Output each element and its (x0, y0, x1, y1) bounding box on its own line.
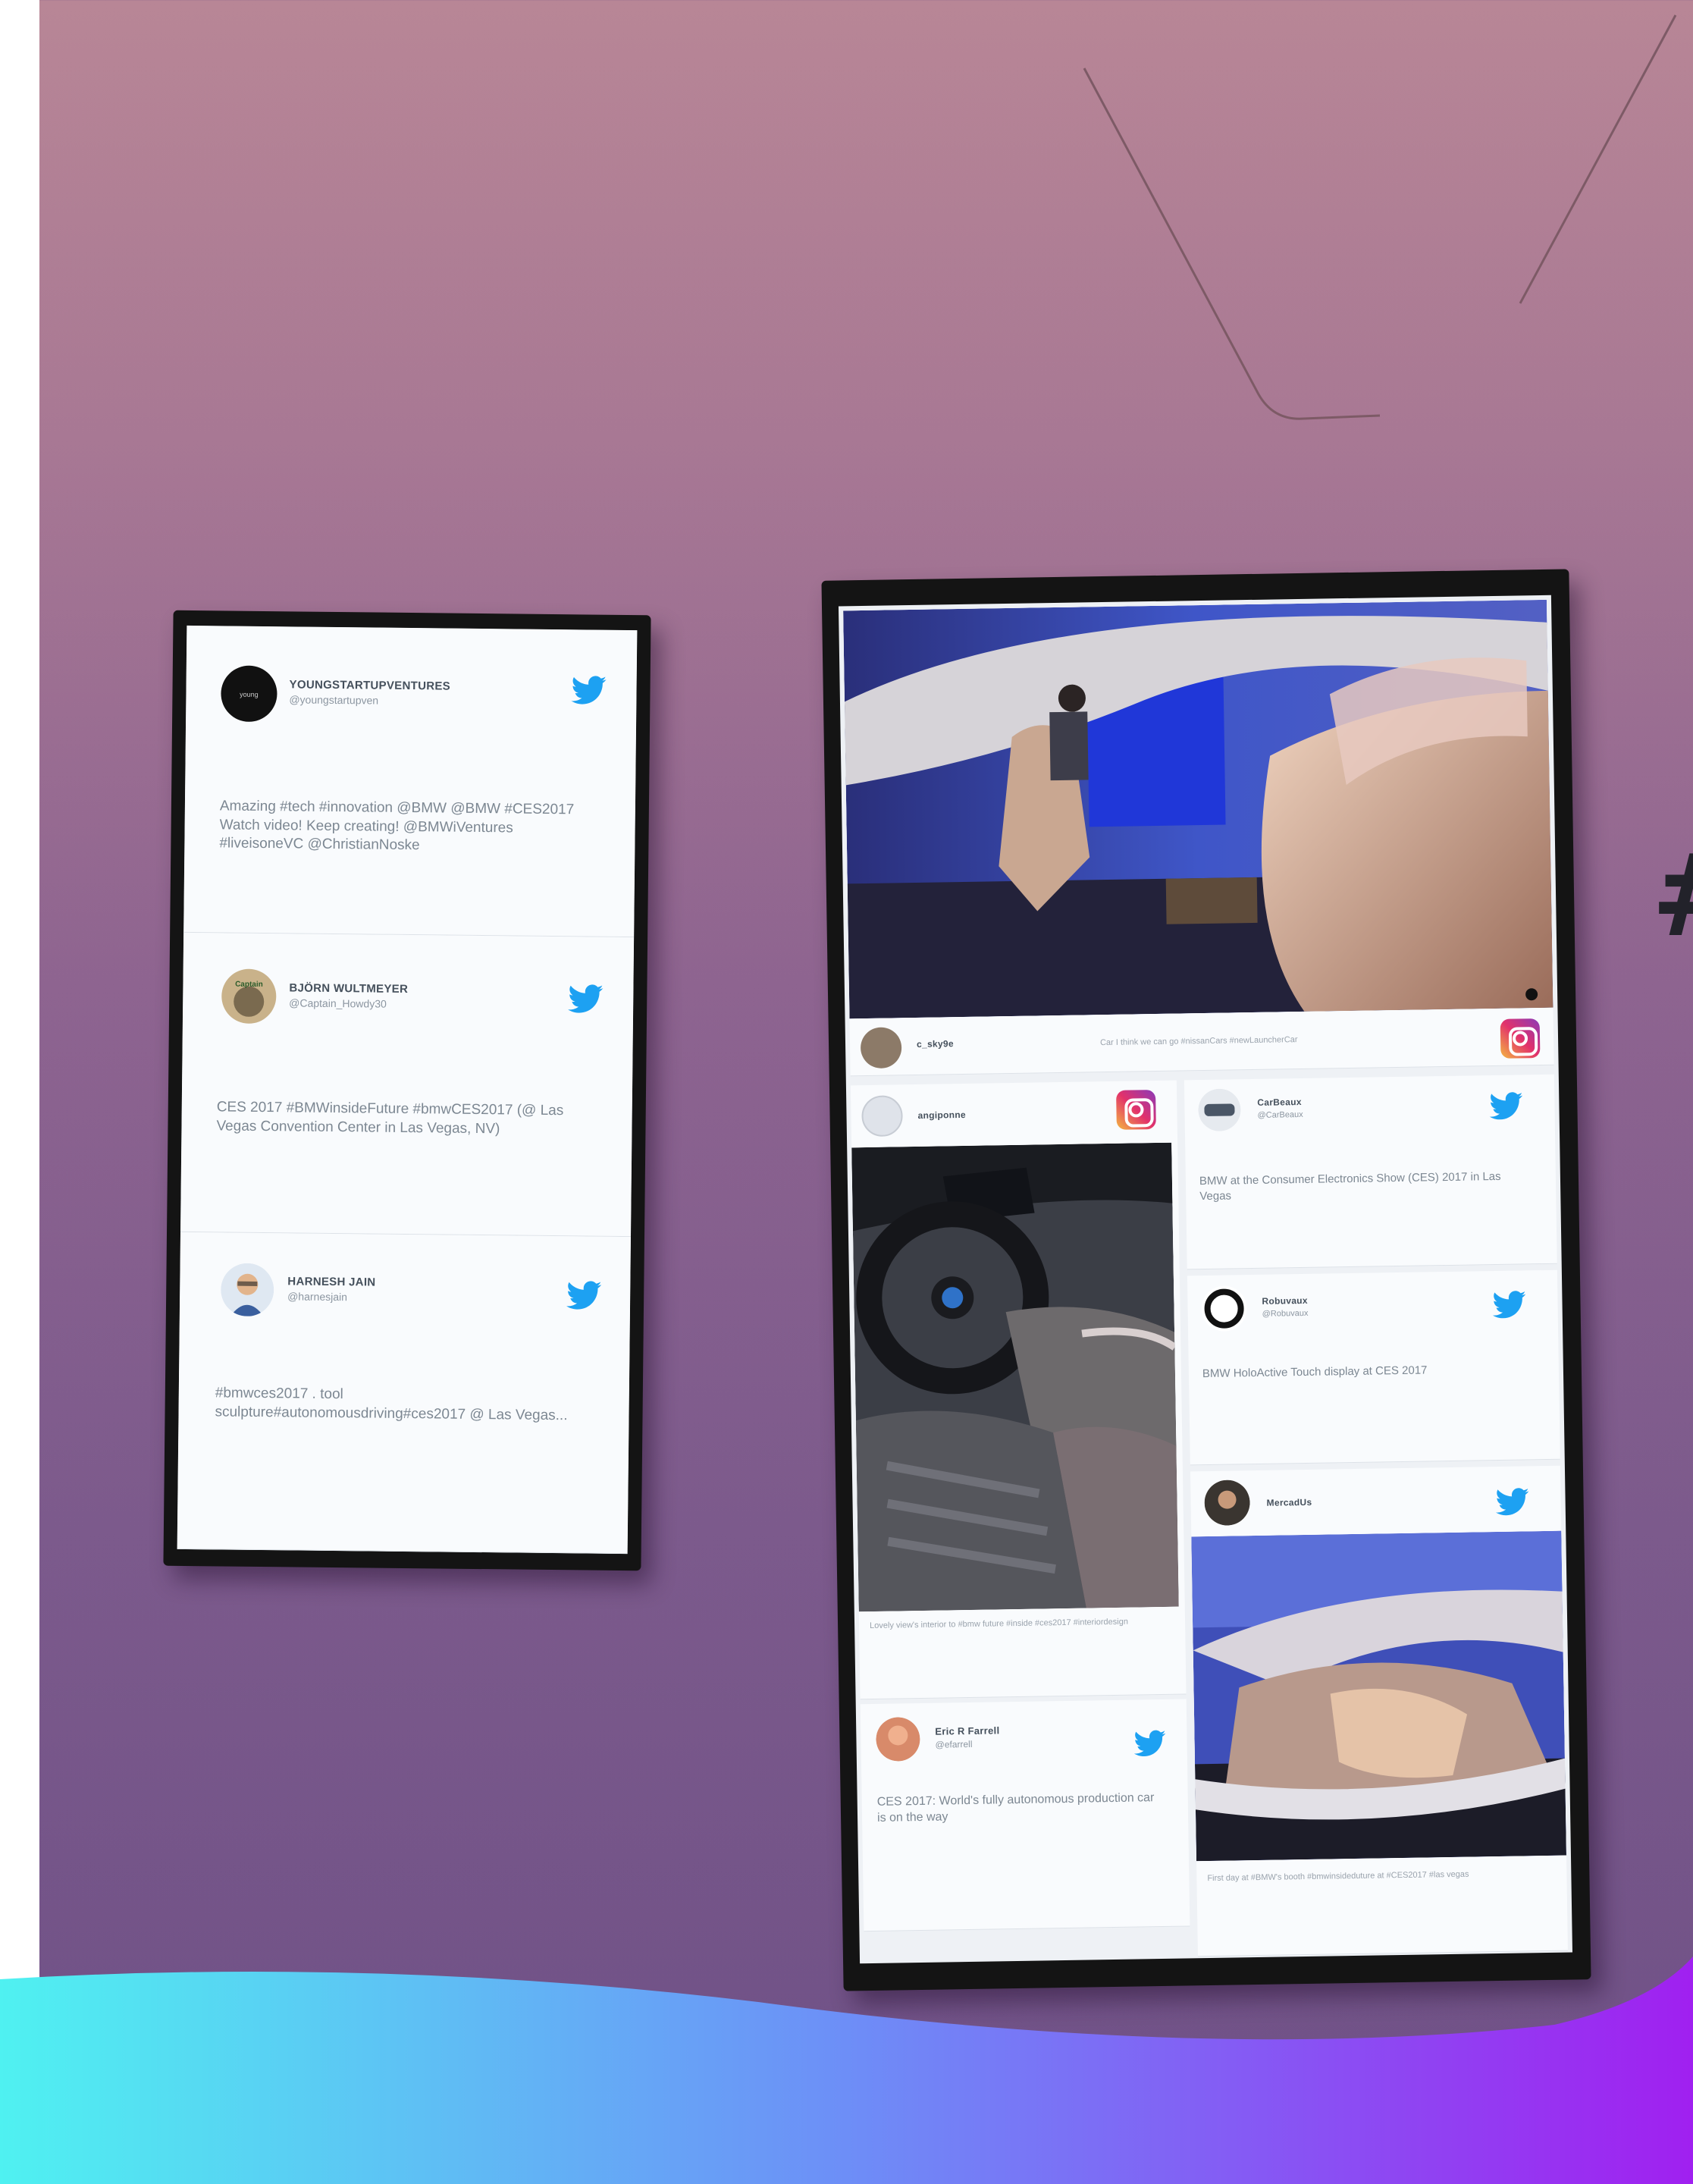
wall-decoration-lines (1083, 14, 1677, 420)
avatar (221, 1263, 274, 1317)
tweet-author-name: BJÖRN WULTMEYER (289, 981, 409, 996)
instagram-caption: Lovely view's interior to #bmw future #i… (870, 1617, 1129, 1631)
twitter-bird-icon (566, 1280, 601, 1310)
tweet-author-name: Eric R Farrell (935, 1724, 1000, 1737)
avatar: Captain (221, 968, 277, 1025)
tweet-text: CES 2017: World's fully autonomous produ… (876, 1791, 1155, 1825)
avatar: young (221, 665, 277, 723)
tweet-author-name: CarBeaux (1257, 1096, 1302, 1108)
svg-text:Captain: Captain (235, 981, 263, 989)
left-display-feed: young YOUNGSTARTUPVENTURES @youngstartup… (177, 625, 638, 1555)
tweet-author-handle: @Robuvaux (1262, 1308, 1309, 1319)
tweet-text: CES 2017 #BMWinsideFuture #bmwCES2017 (@… (216, 1099, 564, 1137)
bmw-booth-concept-car-photo (1191, 1530, 1566, 1862)
tweet-text: Amazing #tech #innovation @BMW @BMW #CES… (219, 798, 575, 854)
car-interior-hero-photo (843, 599, 1553, 1019)
twitter-bird-icon (1133, 1730, 1166, 1758)
twitter-bird-icon (571, 675, 606, 705)
instagram-post-bar: c_sky9e Car I think we can go #nissanCar… (849, 1007, 1554, 1077)
tweet-card-efarrell: Eric R Farrell @efarrell CES 2017: World… (860, 1699, 1190, 1932)
instagram-icon (1500, 1018, 1541, 1059)
tweet-text: BMW HoloActive Touch display at CES 2017 (1202, 1363, 1428, 1381)
right-display-feed: c_sky9e Car I think we can go #nissanCar… (838, 595, 1572, 1964)
gradient-wave-overlay (0, 1956, 1693, 2184)
tweet-author-handle: @harnesjain (287, 1290, 348, 1304)
tweet-author-name: MercadUs (1266, 1496, 1312, 1508)
left-white-strip (0, 0, 39, 2184)
svg-text:young: young (240, 691, 259, 698)
avatar (1198, 1088, 1241, 1131)
tweet-author-name: Robuvaux (1262, 1294, 1308, 1307)
wall-hashtag-char: # (1651, 830, 1693, 962)
tweet-card-2: Captain BJÖRN WULTMEYER @Captain_Howdy30… (180, 932, 635, 1238)
bmw-i8-interior-photo (851, 1142, 1179, 1612)
tweet-card-1: young YOUNGSTARTUPVENTURES @youngstartup… (183, 625, 638, 938)
right-display-screen: c_sky9e Car I think we can go #nissanCar… (821, 569, 1591, 1991)
left-display-screen: young YOUNGSTARTUPVENTURES @youngstartup… (163, 610, 651, 1571)
tweet-author-handle: @CarBeaux (1257, 1109, 1303, 1120)
avatar (1204, 1480, 1250, 1526)
tweet-author-handle: @Captain_Howdy30 (289, 996, 387, 1010)
instagram-icon (1116, 1090, 1156, 1130)
avatar (861, 1095, 903, 1138)
twitter-bird-icon (568, 984, 603, 1014)
tweet-author-handle: @youngstartupven (289, 693, 379, 707)
twitter-bird-icon (1489, 1091, 1523, 1121)
tweet-card-carbeaux: CarBeaux @CarBeaux BMW at the Consumer E… (1184, 1074, 1557, 1270)
avatar (860, 1027, 902, 1069)
tweet-card-3: HARNESH JAIN @harnesjain #bmwces2017 . t… (177, 1232, 631, 1555)
twitter-bird-icon (1495, 1487, 1529, 1517)
twitter-bird-icon (1492, 1290, 1526, 1320)
instagram-post-card: angiponne Lovely view's interior to #bmw… (850, 1080, 1187, 1700)
tweet-card-mercadus: MercadUs First day at #BMW's booth #bmwi… (1190, 1465, 1568, 1957)
tweet-text: BMW at the Consumer Electronics Show (CE… (1199, 1169, 1501, 1203)
tweet-caption: First day at #BMW's booth #bmwinsidedutu… (1207, 1869, 1469, 1884)
tweet-author-name: YOUNGSTARTUPVENTURES (289, 678, 451, 693)
tweet-card-robuvaux: Robuvaux @Robuvaux BMW HoloActive Touch … (1187, 1269, 1560, 1466)
avatar (876, 1717, 920, 1762)
instagram-user-name: c_sky9e (916, 1038, 954, 1050)
avatar (1201, 1285, 1247, 1332)
tweet-author-handle: @efarrell (935, 1738, 973, 1750)
tweet-text: #bmwces2017 . tool sculpture#autonomousd… (215, 1385, 568, 1423)
instagram-user-name: angiponne (917, 1109, 967, 1121)
instagram-caption: Car I think we can go #nissanCars #newLa… (1099, 1035, 1298, 1048)
tweet-author-name: HARNESH JAIN (287, 1275, 376, 1289)
